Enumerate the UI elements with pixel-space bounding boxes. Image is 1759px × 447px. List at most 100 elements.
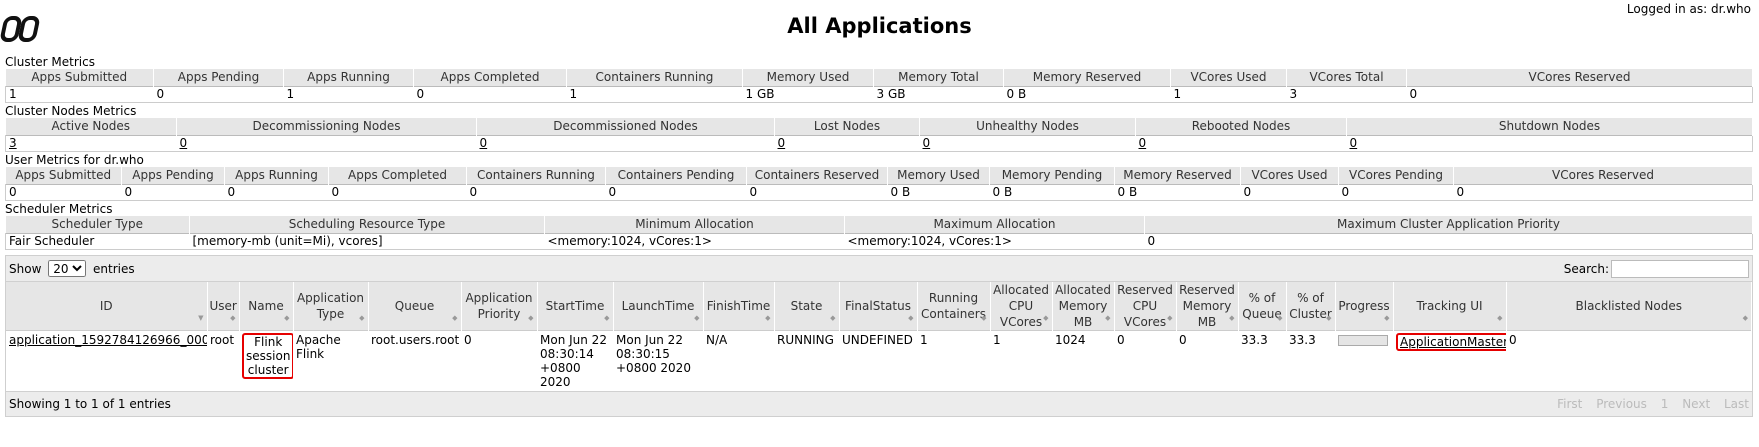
cm-vcores-used: 1 <box>1170 86 1287 103</box>
active-nodes-link[interactable]: 3 <box>9 137 17 151</box>
th-allocated-memory-mb[interactable]: Allocated Memory MB ◆ <box>1052 282 1115 331</box>
th-scheduling-resource-type: Scheduling Resource Type <box>189 216 545 234</box>
unhealthy-nodes-link[interactable]: 0 <box>923 137 931 151</box>
th-blacklisted-nodes[interactable]: Blacklisted Nodes ◆ <box>1506 282 1752 331</box>
user-metrics-header-row: Apps Submitted Apps Pending Apps Running… <box>5 167 1753 185</box>
user-metrics-row: 0 0 0 0 0 0 0 0 B 0 B 0 B 0 0 0 <box>5 184 1753 201</box>
cell-running-containers: 1 <box>917 330 990 391</box>
th-finish-time[interactable]: FinishTime ◆ <box>703 282 775 331</box>
cell-user: root <box>207 330 239 391</box>
th-reserved-memory-mb[interactable]: Reserved Memory MB ◆ <box>1176 282 1239 331</box>
th-decommissioned-nodes: Decommissioned Nodes <box>476 118 775 136</box>
search-input[interactable] <box>1611 259 1749 278</box>
cluster-metrics-table: Apps Submitted Apps Pending Apps Running… <box>5 69 1753 103</box>
th-application-priority[interactable]: Application Priority ◆ <box>461 282 538 331</box>
nodes-metrics-header-row: Active Nodes Decommissioning Nodes Decom… <box>5 118 1753 136</box>
th-allocated-cpu-vcores[interactable]: Allocated CPU VCores ◆ <box>990 282 1053 331</box>
th-state[interactable]: State ◆ <box>774 282 840 331</box>
rebooted-nodes-link[interactable]: 0 <box>1139 137 1147 151</box>
login-status: Logged in as: dr.who <box>1626 2 1751 16</box>
sm-resource-type: [memory-mb (unit=Mi), vcores] <box>189 233 545 250</box>
showing-entries-info: Showing 1 to 1 of 1 entries <box>9 397 171 411</box>
th-id[interactable]: ID ▼ <box>6 282 208 331</box>
th-reserved-cpu-vcores[interactable]: Reserved CPU VCores ◆ <box>1114 282 1177 331</box>
tracking-ui-link[interactable]: ApplicationMaster <box>1400 335 1506 349</box>
cell-pct-cluster: 33.3 <box>1286 330 1335 391</box>
pager-next-button[interactable]: Next <box>1682 397 1710 411</box>
cell-reserved-memory: 0 <box>1176 330 1238 391</box>
table-row: application_1592784126966_0002 root Flin… <box>6 330 1752 391</box>
shutdown-nodes-link[interactable]: 0 <box>1350 137 1358 151</box>
cell-queue: root.users.root <box>368 330 461 391</box>
cell-final-status: UNDEFINED <box>839 330 917 391</box>
th-tracking-ui[interactable]: Tracking UI ◆ <box>1393 282 1507 331</box>
th-running-containers[interactable]: Running Containers ◆ <box>917 282 991 331</box>
sm-scheduler-type: Fair Scheduler <box>5 233 190 250</box>
th-decommissioning-nodes: Decommissioning Nodes <box>176 118 477 136</box>
th-launch-time[interactable]: LaunchTime ◆ <box>613 282 704 331</box>
th-start-time[interactable]: StartTime ◆ <box>537 282 614 331</box>
th-maximum-allocation: Maximum Allocation <box>844 216 1145 234</box>
pager-page-1[interactable]: 1 <box>1661 397 1669 411</box>
um-apps-completed: 0 <box>328 184 467 201</box>
sort-icon: ▼ <box>198 314 204 322</box>
sort-icon: ◆ <box>1229 314 1235 322</box>
th-max-cluster-app-priority: Maximum Cluster Application Priority <box>1144 216 1753 234</box>
th-user-containers-reserved: Containers Reserved <box>746 167 888 185</box>
th-minimum-allocation: Minimum Allocation <box>544 216 845 234</box>
th-pct-queue[interactable]: % of Queue ◆ <box>1238 282 1287 331</box>
scheduler-metrics-label: Scheduler Metrics <box>5 202 113 216</box>
th-queue[interactable]: Queue ◆ <box>368 282 462 331</box>
sort-icon: ◆ <box>230 314 236 322</box>
show-label: Show <box>9 262 42 276</box>
th-shutdown-nodes: Shutdown Nodes <box>1346 118 1753 136</box>
th-user-memory-used: Memory Used <box>887 167 990 185</box>
sort-icon: ◆ <box>830 314 836 322</box>
um-vcores-reserved: 0 <box>1453 184 1753 201</box>
th-final-status[interactable]: FinalStatus ◆ <box>839 282 918 331</box>
pagination: First Previous 1 Next Last <box>1547 397 1749 411</box>
th-apps-completed: Apps Completed <box>413 69 567 87</box>
page-title: All Applications <box>787 14 972 38</box>
sort-icon: ◆ <box>528 314 534 322</box>
sort-icon: ◆ <box>981 314 987 322</box>
um-containers-running: 0 <box>466 184 606 201</box>
pager-last-button[interactable]: Last <box>1724 397 1749 411</box>
cm-memory-total: 3 GB <box>873 86 1004 103</box>
cell-finish-time: N/A <box>703 330 774 391</box>
application-id-link[interactable]: application_1592784126966_0002 <box>9 333 207 347</box>
cm-memory-used: 1 GB <box>742 86 874 103</box>
sort-icon: ◆ <box>604 314 610 322</box>
th-application-type[interactable]: Application Type ◆ <box>293 282 369 331</box>
th-rebooted-nodes: Rebooted Nodes <box>1135 118 1347 136</box>
th-pct-cluster[interactable]: % of Cluster ◆ <box>1286 282 1336 331</box>
cm-apps-pending: 0 <box>153 86 284 103</box>
th-progress[interactable]: Progress ◆ <box>1335 282 1394 331</box>
cm-vcores-total: 3 <box>1286 86 1407 103</box>
cm-apps-completed: 0 <box>413 86 567 103</box>
th-memory-total: Memory Total <box>873 69 1004 87</box>
nodes-metrics-label: Cluster Nodes Metrics <box>5 104 137 118</box>
decommissioned-nodes-link[interactable]: 0 <box>480 137 488 151</box>
pager-previous-button[interactable]: Previous <box>1596 397 1647 411</box>
cell-pct-queue: 33.3 <box>1238 330 1286 391</box>
pager-first-button[interactable]: First <box>1557 397 1582 411</box>
um-vcores-used: 0 <box>1240 184 1339 201</box>
sort-icon: ◆ <box>452 314 458 322</box>
th-active-nodes: Active Nodes <box>5 118 177 136</box>
page-size-select[interactable]: 20 <box>48 260 87 277</box>
th-user[interactable]: User ◆ <box>207 282 240 331</box>
cluster-metrics-label: Cluster Metrics <box>5 55 95 69</box>
cell-allocated-memory: 1024 <box>1052 330 1114 391</box>
um-containers-pending: 0 <box>605 184 747 201</box>
scheduler-metrics-header-row: Scheduler Type Scheduling Resource Type … <box>5 216 1753 234</box>
decommissioning-nodes-link[interactable]: 0 <box>180 137 188 151</box>
sort-icon: ◆ <box>284 314 290 322</box>
sort-icon: ◆ <box>1043 314 1049 322</box>
th-name[interactable]: Name ◆ <box>239 282 294 331</box>
scheduler-metrics-row: Fair Scheduler [memory-mb (unit=Mi), vco… <box>5 233 1753 250</box>
lost-nodes-link[interactable]: 0 <box>778 137 786 151</box>
user-metrics-label: User Metrics for dr.who <box>5 153 144 167</box>
search-control: Search: <box>1564 259 1749 278</box>
sm-minimum-allocation: <memory:1024, vCores:1> <box>544 233 845 250</box>
